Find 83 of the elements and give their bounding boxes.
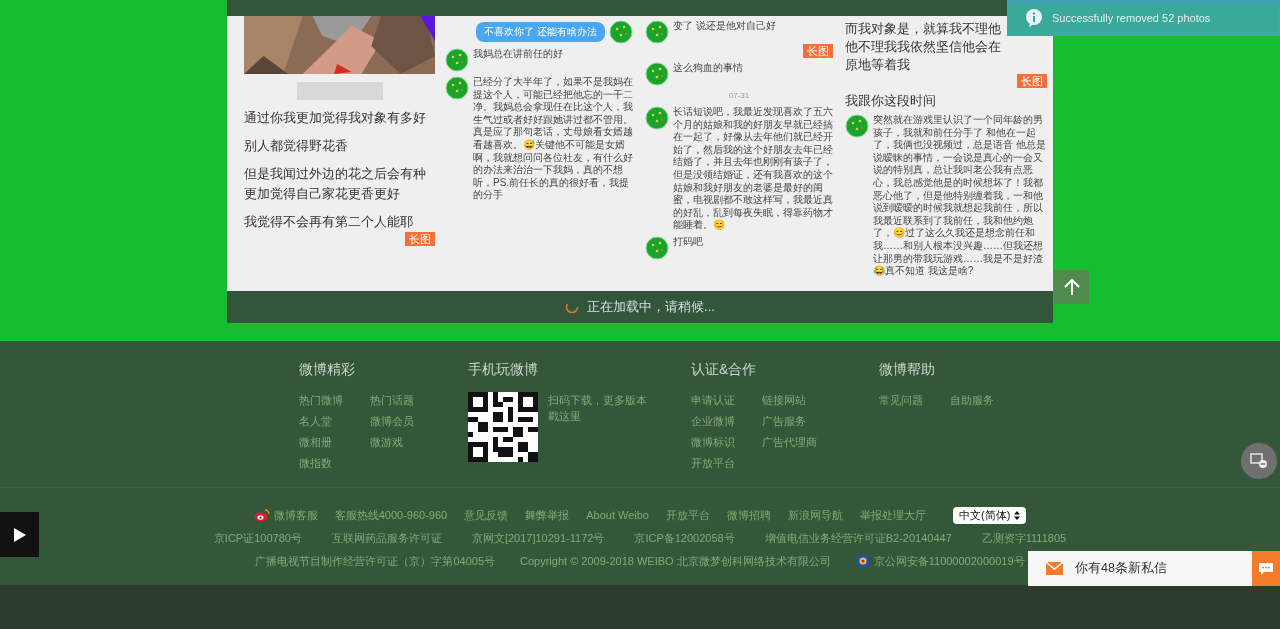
footer-link[interactable]: 微博会员 (370, 413, 460, 429)
license-text: 乙测资字1111805 (981, 531, 1067, 546)
footer-link[interactable]: 热门话题 (370, 392, 460, 408)
license-text: 京网文[2017]10291-1172号 (471, 531, 605, 546)
sent-message: 不喜欢你了 还能有啥办法 (476, 22, 605, 42)
footer-link[interactable]: 意见反馈 (464, 507, 509, 524)
caption-text: 我跟你这段时间 (845, 93, 937, 110)
footer-link[interactable]: 微博客服 (253, 507, 318, 524)
avatar-icon (845, 114, 869, 138)
footer-link[interactable]: 舞弊举报 (525, 507, 570, 524)
qr-caption: 扫码下载，更多版本戳这里 (548, 393, 648, 424)
avatar-icon (645, 235, 669, 260)
long-image-badge: 长图 (405, 232, 435, 246)
footer-link[interactable]: 微游戏 (370, 434, 460, 450)
footer-link[interactable]: 开放平台 (666, 507, 710, 524)
received-message: 已经分了大半年了，如果不是我妈在提这个人，可能已经把他忘的一干二净。我妈总会拿现任在比这个人，我生气过或者好好跟她讲过都不管用。真是应了那句老话，丈母娘看女婿越看越喜欢。😅关键他不可能是女婿啊，我就想问问各位社友，有什么好的办法来治治一下我妈，真的不想听，PS.前任长的真的很好看，我提的分手 (473, 76, 633, 202)
avatar-icon (445, 76, 469, 100)
caret-icon (1014, 511, 1021, 520)
link-label: 微博客服 (273, 508, 318, 524)
footer-link[interactable]: 微指数 (299, 455, 370, 471)
video-thumbnail[interactable] (0, 512, 39, 557)
caption-text: 通过你我更加觉得我对象有多好 (244, 110, 427, 127)
footer-link[interactable]: About Weibo (586, 507, 649, 524)
license-text: 京ICP备12002058号 (634, 531, 735, 546)
footer-link[interactable]: 微博招聘 (727, 507, 771, 524)
caption-text: 别人都觉得野花香 (244, 138, 349, 155)
toast-text: Successfully removed 52 photos (1052, 10, 1211, 26)
footer-heading: 手机玩微博 (468, 360, 539, 379)
avatar-icon (645, 106, 669, 130)
footer-link[interactable]: 广告代理商 (762, 434, 852, 450)
avatar-icon (645, 20, 669, 44)
received-message: 突然就在游戏里认识了一个同年龄的男孩子，我就和前任分手了 和他在一起了，我俩也没视频过，总是语音 他总是说暧昧的事情，一会说是真心的一会又说的特别真，总让我叫老公我有点恶心，我总感觉他是的时候想坏了！我都恶心他了，但是他特别缠着我，一和他说到暧暧的时候我就想起我前任，所以我最近联系到了我前任，我和他约炮了，😊过了这么久我还是想念前任和我……和别人根本没兴趣……但我还想让那男的带我玩游戏……我是不是好渣😂真不知道 我这是啥? (873, 114, 1047, 278)
footer-link[interactable]: 申请认证 (691, 392, 762, 408)
message-text: 你有48条新私信 (1075, 560, 1167, 578)
footer-link[interactable]: 自助服务 (950, 392, 1040, 408)
weibo-logo-icon (253, 509, 270, 522)
received-message: 打码吧 (673, 235, 703, 249)
footer-link[interactable]: 名人堂 (299, 413, 370, 429)
footer-link[interactable]: 企业微博 (691, 413, 762, 429)
info-icon (1024, 8, 1044, 28)
received-message: 这么狗血的事情 (673, 62, 743, 75)
avatar-icon (609, 20, 633, 44)
chat-icon (1252, 551, 1280, 586)
remove-item-icon (1250, 453, 1268, 469)
footer-link[interactable]: 新浪网导航 (788, 507, 843, 524)
long-image-badge: 长图 (1017, 74, 1047, 88)
loading-text: 正在加载中，请稍候... (587, 298, 715, 317)
arrow-up-icon (1062, 278, 1081, 296)
caption-text: 但是我闻过外边的花之后会有种更加觉得自己家花更香更好 (244, 166, 427, 203)
received-message: 变了 说还是他对自己好 (673, 20, 776, 33)
license-text: 增值电信业务经营许可证B2-20140447 (764, 531, 952, 546)
footer-link[interactable]: 客服热线4000-960-960 (334, 507, 448, 524)
license-text: 互联网药品服务许可证 (331, 531, 442, 546)
play-icon (12, 526, 27, 543)
footer-link[interactable]: 举报处理大厅 (860, 507, 926, 524)
caption-text: 而我对象是，就算我不理他他不理我我依然坚信他会在原地等着我 (845, 21, 1002, 74)
long-image-badge: 长图 (803, 44, 833, 58)
license-text: 京ICP证100780号 (213, 531, 302, 546)
received-message: 我妈总在讲前任的好 (473, 48, 563, 61)
footer-heading: 微博帮助 (879, 360, 936, 379)
footer-link[interactable]: 常见问题 (879, 392, 950, 408)
footer-heading: 认证&合作 (691, 360, 758, 379)
license-text: 广播电视节目制作经营许可证（京）字第04005号 (255, 553, 496, 569)
police-badge-icon (855, 553, 870, 568)
mail-icon (1046, 562, 1063, 575)
footer-link[interactable]: 热门微博 (299, 392, 370, 408)
caption-text: 我觉得不会再有第二个人能耶 (244, 214, 414, 231)
footer-heading: 微博精彩 (299, 360, 356, 379)
license-label: 京公网安备11000002000019号 (873, 553, 1025, 569)
footer-link[interactable]: 微相册 (299, 434, 370, 450)
avatar-icon (445, 48, 469, 72)
chat-time: 07-31 (727, 90, 751, 102)
footer-link[interactable]: 链接网站 (762, 392, 852, 408)
received-message: 长话短说吧，我最近发现喜欢了五六个月的姑娘和我的好朋友早就已经搞在一起了，好像从去年他们就已经开始了，然后我的这个好朋友去年已经结婚了，并且去年也刚刚有孩子了，但是没领结婚证，还有我喜欢的这个姑娘和我好朋友的老婆是最好的闺蜜，电视剧都不敢这样写，我最近真的好乱，乱到每夜失眠，得靠药物才能睡着。😊 (673, 106, 833, 232)
footer-link[interactable]: 开放平台 (691, 455, 762, 471)
footer-link[interactable]: 微博标识 (691, 434, 762, 450)
qr-code-icon (468, 392, 538, 462)
message-bar[interactable]: 你有48条新私信 (1028, 551, 1280, 586)
back-to-top-button[interactable] (1054, 270, 1089, 304)
copyright-text: Copyright © 2009-2018 WEIBO 北京微梦创科网络技术有限公司 (520, 553, 831, 569)
language-select[interactable]: 中文(简体) (953, 507, 1027, 524)
footer-link[interactable]: 广告服务 (762, 413, 852, 429)
avatar-icon (645, 62, 669, 86)
